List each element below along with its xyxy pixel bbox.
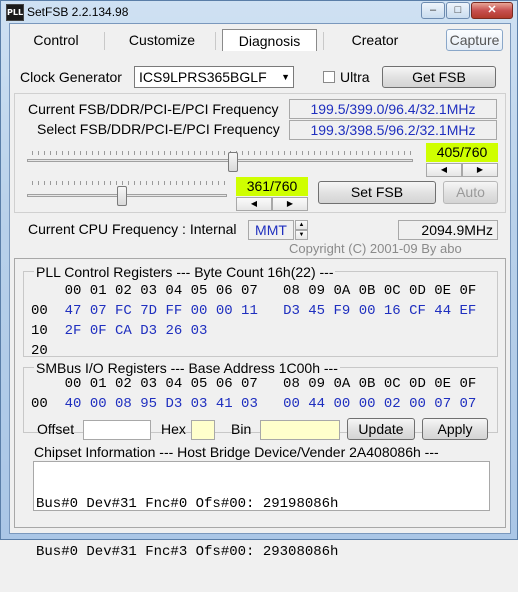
clock-generator-label: Clock Generator — [20, 69, 122, 85]
smbus-register-table: 00 01 02 03 04 05 06 07 08 09 0A 0B 0C 0… — [31, 374, 476, 414]
table-row: 00 47 07 FC 7D FF 00 00 11 D3 45 F9 00 1… — [31, 301, 476, 321]
maximize-button[interactable]: □ — [446, 2, 470, 19]
row-address: 20 — [31, 343, 48, 359]
hex-label: Hex — [161, 421, 186, 437]
clock-generator-value: ICS9LPRS365BGLF — [139, 69, 267, 85]
tab-customize[interactable]: Customize — [110, 29, 214, 51]
chipset-line: Bus#0 Dev#31 Fnc#3 Ofs#00: 29308086h — [36, 544, 339, 560]
slider-1-readout: 405/760 — [426, 143, 498, 162]
tab-separator — [215, 32, 216, 50]
fsb-slider-1-thumb[interactable] — [227, 152, 238, 172]
close-button[interactable]: ✕ — [471, 2, 513, 19]
bin-label: Bin — [231, 421, 252, 437]
slider-2-ticks — [32, 181, 230, 185]
chipset-info-box[interactable]: Bus#0 Dev#31 Fnc#0 Ofs#00: 29198086h Bus… — [33, 461, 490, 560]
select-frequency-value: 199.3/398.5/96.2/32.1MHz — [289, 120, 497, 140]
hex-input[interactable] — [191, 420, 215, 440]
row-address: 10 — [31, 323, 48, 339]
hex-values[interactable]: D3 45 F9 00 16 CF 44 EF — [283, 303, 476, 319]
table-row: 00 40 00 08 95 D3 03 41 03 00 44 00 00 0… — [31, 394, 476, 414]
current-frequency-value: 199.5/399.0/96.4/32.1MHz — [289, 99, 497, 119]
hex-values[interactable]: 00 44 00 00 02 00 07 07 — [283, 396, 476, 412]
tab-bar: Control Customize Diagnosis Creator Capt… — [10, 24, 510, 54]
offset-input[interactable] — [83, 420, 151, 440]
row-address: 00 — [31, 396, 48, 412]
slider-2-increment[interactable]: ▶ — [272, 197, 308, 211]
smbus-columns: 00 01 02 03 04 05 06 07 08 09 0A 0B 0C 0… — [31, 376, 477, 392]
tab-separator — [323, 32, 324, 50]
pll-columns: 00 01 02 03 04 05 06 07 08 09 0A 0B 0C 0… — [31, 283, 477, 299]
slider-1-ticks — [32, 151, 412, 155]
copyright-text: Copyright (C) 2001-09 By abo — [289, 241, 462, 256]
capture-button[interactable]: Capture — [446, 29, 503, 51]
fsb-slider-2[interactable] — [27, 194, 227, 197]
pll-header: PLL Control Registers --- Byte Count 16h… — [34, 264, 336, 280]
auto-button[interactable]: Auto — [443, 181, 498, 204]
app-window: PLL SetFSB 2.2.134.98 – □ ✕ Control Cust… — [0, 0, 518, 560]
fsb-slider-1[interactable] — [27, 159, 413, 162]
app-icon: PLL — [6, 4, 24, 21]
chipset-line: Bus#0 Dev#31 Fnc#0 Ofs#00: 29198086h — [36, 496, 339, 512]
hex-values[interactable]: 2F 0F CA D3 26 03 — [65, 323, 208, 339]
tab-separator — [104, 32, 105, 50]
tab-control[interactable]: Control — [15, 29, 97, 51]
chipset-header: Chipset Information --- Host Bridge Devi… — [34, 444, 439, 460]
table-row: 20 — [31, 341, 476, 361]
apply-button[interactable]: Apply — [422, 418, 488, 440]
cpu-source-up[interactable]: ▲ — [295, 220, 308, 230]
table-row: 10 2F 0F CA D3 26 03 — [31, 321, 476, 341]
pll-register-table: 00 01 02 03 04 05 06 07 08 09 0A 0B 0C 0… — [31, 281, 476, 361]
chevron-down-icon: ▼ — [281, 72, 290, 82]
slider-2-readout: 361/760 — [236, 177, 308, 196]
window-title: SetFSB 2.2.134.98 — [27, 5, 129, 19]
slider-1-increment[interactable]: ▶ — [462, 163, 498, 177]
get-fsb-button[interactable]: Get FSB — [382, 66, 496, 88]
select-frequency-label: Select FSB/DDR/PCI-E/PCI Frequency — [37, 121, 280, 137]
clock-generator-select[interactable]: ICS9LPRS365BGLF ▼ — [134, 66, 294, 88]
tab-creator[interactable]: Creator — [330, 29, 420, 51]
cpu-source-down[interactable]: ▼ — [295, 230, 308, 240]
slider-1-decrement[interactable]: ◀ — [426, 163, 462, 177]
row-address: 00 — [31, 303, 48, 319]
ultra-checkbox[interactable] — [323, 71, 335, 83]
bin-input[interactable] — [260, 420, 340, 440]
title-bar[interactable]: PLL SetFSB 2.2.134.98 – □ ✕ — [1, 1, 517, 23]
ultra-label: Ultra — [340, 69, 370, 85]
cpu-source-value: MMT — [248, 220, 294, 240]
hex-values[interactable]: 40 00 08 95 D3 03 41 03 — [65, 396, 258, 412]
update-button[interactable]: Update — [347, 418, 415, 440]
offset-label: Offset — [37, 421, 75, 437]
tab-diagnosis[interactable]: Diagnosis — [222, 29, 317, 51]
fsb-slider-2-thumb[interactable] — [117, 186, 127, 206]
slider-2-decrement[interactable]: ◀ — [236, 197, 272, 211]
cpu-frequency-label: Current CPU Frequency : Internal — [28, 221, 237, 237]
cpu-frequency-value: 2094.9MHz — [398, 220, 498, 240]
client-area: Control Customize Diagnosis Creator Capt… — [9, 23, 511, 560]
hex-values[interactable]: 47 07 FC 7D FF 00 00 11 — [65, 303, 258, 319]
minimize-button[interactable]: – — [421, 2, 445, 19]
current-frequency-label: Current FSB/DDR/PCI-E/PCI Frequency — [28, 101, 279, 117]
set-fsb-button[interactable]: Set FSB — [318, 181, 436, 204]
